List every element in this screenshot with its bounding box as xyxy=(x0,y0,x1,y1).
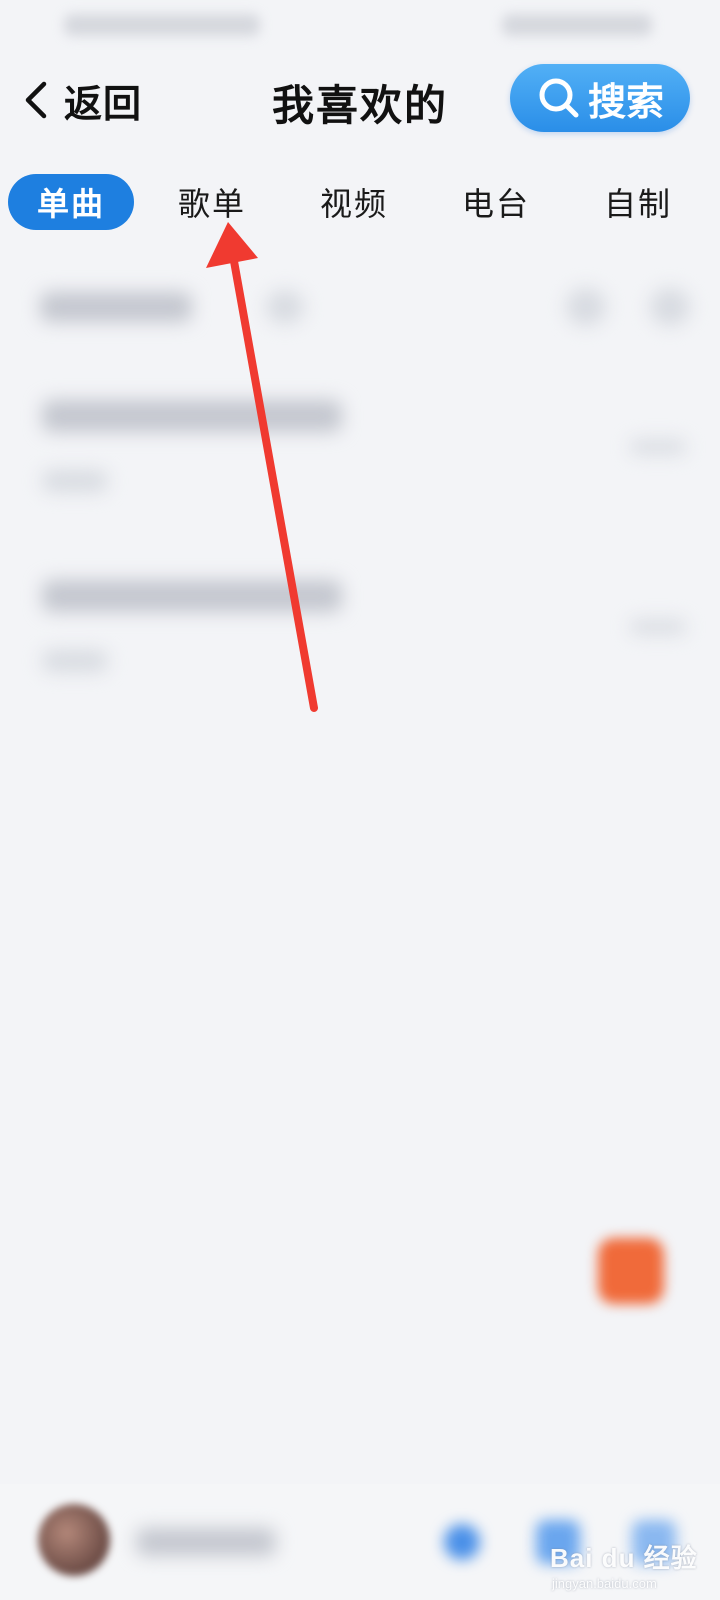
song-artist-blurred xyxy=(42,470,108,492)
song-more-blurred[interactable] xyxy=(630,620,686,634)
play-icon[interactable] xyxy=(444,1524,480,1560)
play-all-blurred[interactable] xyxy=(40,292,192,322)
list-menu-icon-blurred[interactable] xyxy=(650,288,690,326)
tab-bar: 单曲 歌单 视频 电台 自制 xyxy=(0,168,720,238)
search-label: 搜索 xyxy=(587,79,664,124)
song-title-blurred[interactable] xyxy=(42,580,342,612)
tab-radio[interactable]: 电台 xyxy=(448,174,544,230)
tab-playlists[interactable]: 歌单 xyxy=(164,174,260,230)
watermark-url: jingyan.baidu.com xyxy=(552,1576,657,1591)
status-bar xyxy=(0,0,720,50)
floating-action-button[interactable] xyxy=(598,1238,664,1304)
song-artist-blurred xyxy=(42,650,108,672)
album-cover[interactable] xyxy=(38,1504,110,1576)
list-search-icon-blurred[interactable] xyxy=(566,288,606,326)
status-icons-blurred xyxy=(502,14,652,36)
watermark-brand: Bai du 经验 xyxy=(550,1543,698,1573)
now-playing-title-blurred xyxy=(136,1528,276,1556)
sort-icon-blurred[interactable] xyxy=(266,290,304,324)
annotation-arrow xyxy=(206,222,318,712)
tab-videos[interactable]: 视频 xyxy=(306,174,402,230)
tab-self-made[interactable]: 自制 xyxy=(590,174,686,230)
search-icon xyxy=(539,78,579,118)
status-time-blurred xyxy=(64,14,260,36)
song-more-blurred[interactable] xyxy=(630,440,686,454)
header: 返回 我喜欢的 搜索 xyxy=(0,50,720,150)
tab-songs[interactable]: 单曲 xyxy=(8,174,134,230)
baidu-jingyan-watermark: Bai du 经验 jingyan.baidu.com xyxy=(550,1538,716,1596)
search-button[interactable]: 搜索 xyxy=(510,64,690,132)
song-title-blurred[interactable] xyxy=(42,400,342,432)
